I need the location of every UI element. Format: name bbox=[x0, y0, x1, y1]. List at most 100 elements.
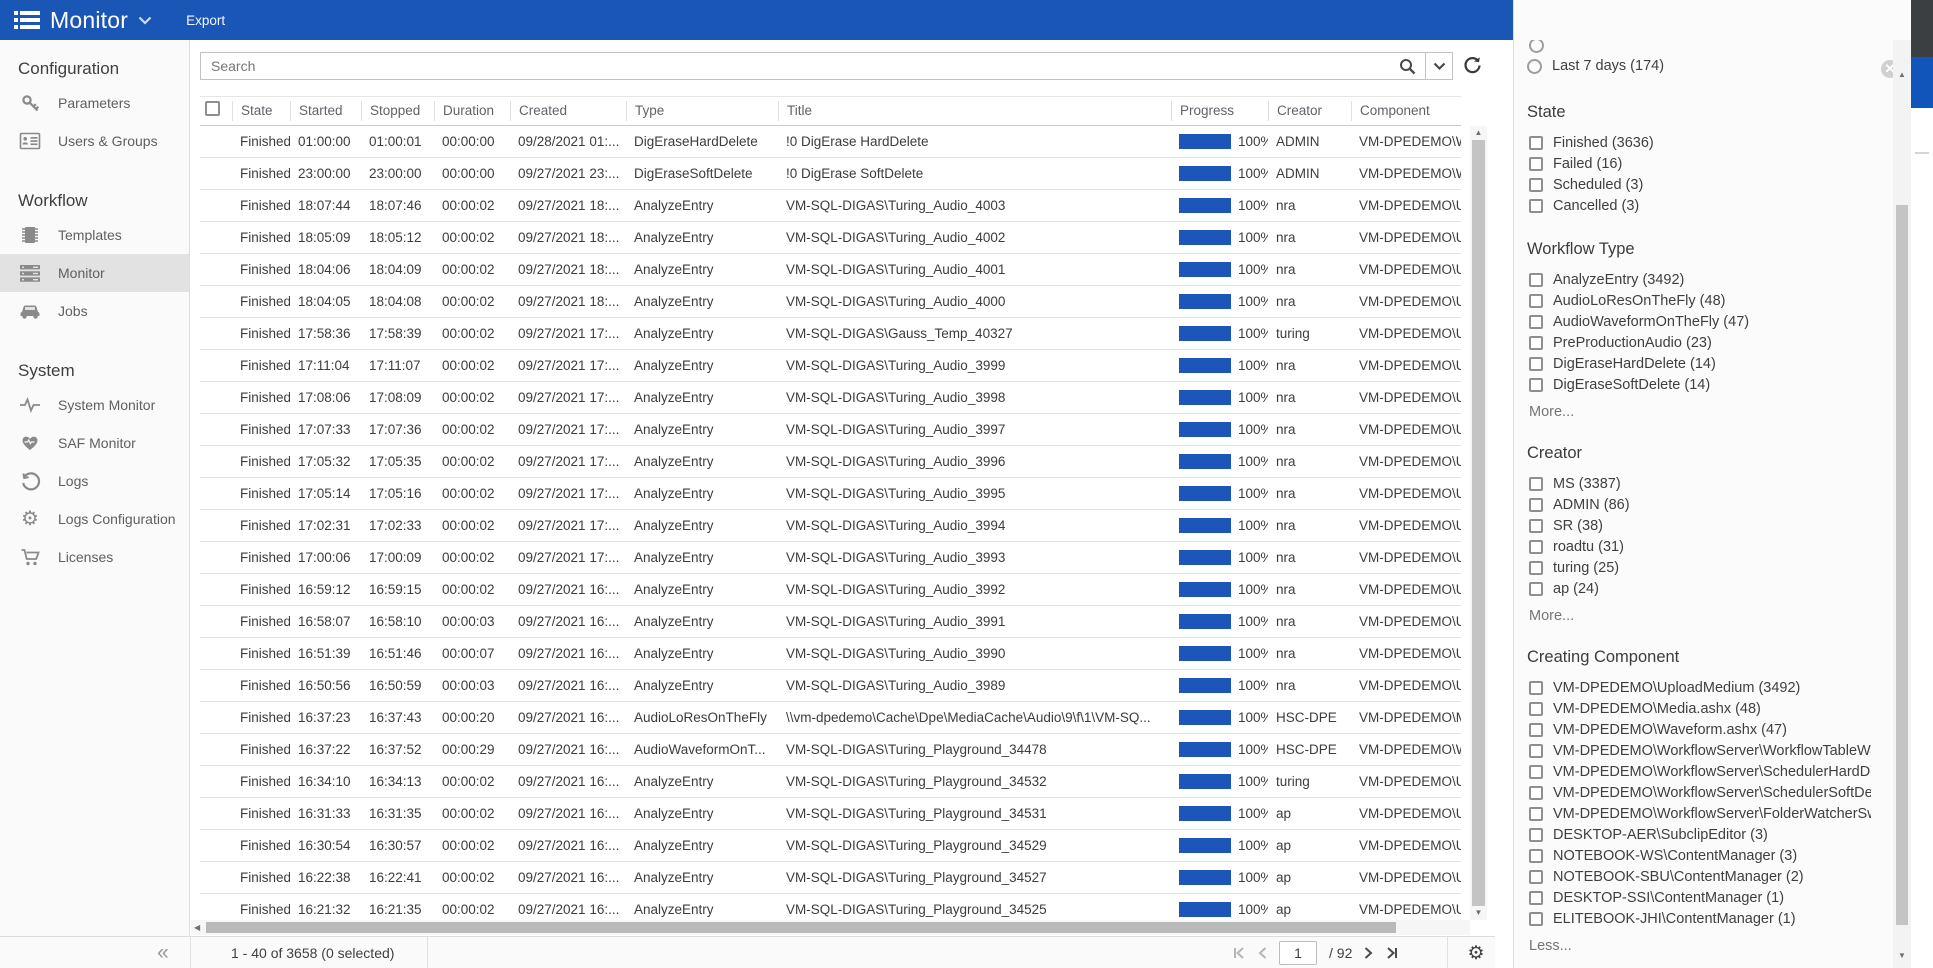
filter-checkbox-item[interactable]: NOTEBOOK-SBU\ContentManager (2) bbox=[1527, 866, 1881, 887]
search-input[interactable] bbox=[201, 58, 1389, 74]
filter-checkbox-item[interactable]: ADMIN (86) bbox=[1527, 494, 1881, 515]
checkbox-icon[interactable] bbox=[1529, 199, 1543, 213]
filter-checkbox-item[interactable]: VM-DPEDEMO\Media.ashx (48) bbox=[1527, 698, 1881, 719]
column-header-started[interactable]: Started bbox=[290, 101, 361, 121]
column-header-creator[interactable]: Creator bbox=[1268, 101, 1351, 121]
search-options-chevron-icon[interactable] bbox=[1426, 53, 1452, 79]
last-page-icon[interactable] bbox=[1385, 947, 1399, 959]
checkbox-icon[interactable] bbox=[1529, 786, 1543, 800]
filter-checkbox-item[interactable]: ELITEBOOK-JHI\ContentManager (1) bbox=[1527, 908, 1881, 929]
filter-checkbox-item[interactable]: VM-DPEDEMO\WorkflowServer\SchedulerHardD… bbox=[1527, 761, 1881, 782]
table-row[interactable]: Finished 18:05:09 18:05:12 00:00:02 09/2… bbox=[200, 222, 1461, 254]
refresh-icon[interactable] bbox=[1463, 56, 1482, 80]
table-row[interactable]: Finished 16:34:10 16:34:13 00:00:02 09/2… bbox=[200, 766, 1461, 798]
checkbox-icon[interactable] bbox=[1529, 498, 1543, 512]
less-link[interactable]: Less... bbox=[1529, 938, 1881, 954]
filter-checkbox-item[interactable]: Scheduled (3) bbox=[1527, 174, 1881, 195]
checkbox-icon[interactable] bbox=[1529, 807, 1543, 821]
checkbox-icon[interactable] bbox=[1529, 357, 1543, 371]
sidebar-item-system-monitor[interactable]: System Monitor bbox=[0, 386, 189, 424]
sidebar-item-logs[interactable]: Logs bbox=[0, 462, 189, 500]
select-all-checkbox[interactable] bbox=[205, 101, 220, 116]
filter-checkbox-item[interactable]: VM-DPEDEMO\UploadMedium (3492) bbox=[1527, 677, 1881, 698]
table-row[interactable]: Finished 17:08:06 17:08:09 00:00:02 09/2… bbox=[200, 382, 1461, 414]
table-row[interactable]: Finished 16:50:56 16:50:59 00:00:03 09/2… bbox=[200, 670, 1461, 702]
filter-checkbox-item[interactable]: DigEraseHardDelete (14) bbox=[1527, 353, 1881, 374]
table-row[interactable]: Finished 18:04:06 18:04:09 00:00:02 09/2… bbox=[200, 254, 1461, 286]
checkbox-icon[interactable] bbox=[1529, 136, 1543, 150]
previous-page-icon[interactable] bbox=[1258, 947, 1267, 959]
table-row[interactable]: Finished 17:02:31 17:02:33 00:00:02 09/2… bbox=[200, 510, 1461, 542]
filter-date-last-7-days[interactable]: Last 7 days (174) bbox=[1527, 53, 1881, 79]
export-menu[interactable]: Export bbox=[186, 13, 225, 28]
column-header-progress[interactable]: Progress bbox=[1171, 101, 1268, 121]
table-row[interactable]: Finished 01:00:00 01:00:01 00:00:00 09/2… bbox=[200, 126, 1461, 158]
checkbox-icon[interactable] bbox=[1529, 723, 1543, 737]
scroll-down-icon[interactable]: ▼ bbox=[1893, 951, 1911, 960]
radio-icon[interactable] bbox=[1527, 59, 1542, 74]
filter-checkbox-item[interactable]: AnalyzeEntry (3492) bbox=[1527, 269, 1881, 290]
checkbox-icon[interactable] bbox=[1529, 273, 1543, 287]
sidebar-item-logs-configuration[interactable]: ⚙ Logs Configuration bbox=[0, 500, 189, 538]
column-header-title[interactable]: Title bbox=[778, 101, 1171, 121]
filter-checkbox-item[interactable]: NOTEBOOK-WS\ContentManager (3) bbox=[1527, 845, 1881, 866]
sidebar-item-templates[interactable]: Templates bbox=[0, 216, 189, 254]
checkbox-icon[interactable] bbox=[1529, 378, 1543, 392]
search-icon[interactable] bbox=[1389, 53, 1425, 79]
filter-checkbox-item[interactable]: VM-DPEDEMO\WorkflowServer\SchedulerSoftD… bbox=[1527, 782, 1881, 803]
checkbox-icon[interactable] bbox=[1529, 336, 1543, 350]
filter-checkbox-item[interactable]: Cancelled (3) bbox=[1527, 195, 1881, 216]
checkbox-icon[interactable] bbox=[1529, 765, 1543, 779]
checkbox-icon[interactable] bbox=[1529, 315, 1543, 329]
sidebar-item-parameters[interactable]: Parameters bbox=[0, 84, 189, 122]
filter-checkbox-item[interactable]: Failed (16) bbox=[1527, 153, 1881, 174]
filter-checkbox-item[interactable]: ap (24) bbox=[1527, 578, 1881, 599]
table-row[interactable]: Finished 16:30:54 16:30:57 00:00:02 09/2… bbox=[200, 830, 1461, 862]
sidebar-item-saf-monitor[interactable]: SAF Monitor bbox=[0, 424, 189, 462]
checkbox-icon[interactable] bbox=[1529, 702, 1543, 716]
filter-checkbox-item[interactable]: VM-DPEDEMO\WorkflowServer\FolderWatcherS… bbox=[1527, 803, 1881, 824]
table-row[interactable]: Finished 17:07:33 17:07:36 00:00:02 09/2… bbox=[200, 414, 1461, 446]
sidebar-item-monitor[interactable]: Monitor bbox=[0, 254, 189, 292]
filter-checkbox-item[interactable]: DigEraseSoftDelete (14) bbox=[1527, 374, 1881, 395]
checkbox-icon[interactable] bbox=[1529, 178, 1543, 192]
column-header-component[interactable]: Component bbox=[1351, 101, 1461, 121]
filter-checkbox-item[interactable]: roadtu (31) bbox=[1527, 536, 1881, 557]
column-header-duration[interactable]: Duration bbox=[434, 101, 510, 121]
table-row[interactable]: Finished 17:05:14 17:05:16 00:00:02 09/2… bbox=[200, 478, 1461, 510]
table-row[interactable]: Finished 17:58:36 17:58:39 00:00:02 09/2… bbox=[200, 318, 1461, 350]
checkbox-icon[interactable] bbox=[1529, 912, 1543, 926]
app-switcher-chevron-icon[interactable] bbox=[138, 16, 152, 25]
filter-checkbox-item[interactable]: SR (38) bbox=[1527, 515, 1881, 536]
table-row[interactable]: Finished 23:00:00 23:00:00 00:00:00 09/2… bbox=[200, 158, 1461, 190]
more-link[interactable]: More... bbox=[1529, 608, 1881, 624]
table-horizontal-scrollbar[interactable]: ◀ bbox=[191, 920, 1470, 935]
checkbox-icon[interactable] bbox=[1529, 294, 1543, 308]
table-row[interactable]: Finished 16:31:33 16:31:35 00:00:02 09/2… bbox=[200, 798, 1461, 830]
scroll-up-icon[interactable]: ▲ bbox=[1470, 127, 1487, 139]
filter-checkbox-item[interactable]: DESKTOP-AER\SubclipEditor (3) bbox=[1527, 824, 1881, 845]
table-row[interactable]: Finished 16:37:22 16:37:52 00:00:29 09/2… bbox=[200, 734, 1461, 766]
filter-checkbox-item[interactable]: AudioWaveformOnTheFly (47) bbox=[1527, 311, 1881, 332]
sidebar-item-users-groups[interactable]: Users & Groups bbox=[0, 122, 189, 160]
column-header-stopped[interactable]: Stopped bbox=[361, 101, 434, 121]
table-row[interactable]: Finished 16:51:39 16:51:46 00:00:07 09/2… bbox=[200, 638, 1461, 670]
scroll-down-icon[interactable]: ▼ bbox=[1470, 907, 1487, 919]
checkbox-icon[interactable] bbox=[1529, 828, 1543, 842]
filter-checkbox-item[interactable]: DESKTOP-SSI\ContentManager (1) bbox=[1527, 887, 1881, 908]
checkbox-icon[interactable] bbox=[1529, 157, 1543, 171]
table-row[interactable]: Finished 16:37:23 16:37:43 00:00:20 09/2… bbox=[200, 702, 1461, 734]
table-settings-gear-icon[interactable]: ⚙ bbox=[1458, 937, 1494, 968]
sidebar-item-licenses[interactable]: Licenses bbox=[0, 538, 189, 576]
checkbox-icon[interactable] bbox=[1529, 540, 1543, 554]
filter-checkbox-item[interactable]: VM-DPEDEMO\Waveform.ashx (47) bbox=[1527, 719, 1881, 740]
window-scrollbar[interactable] bbox=[1911, 0, 1933, 968]
checkbox-icon[interactable] bbox=[1529, 477, 1543, 491]
table-row[interactable]: Finished 18:07:44 18:07:46 00:00:02 09/2… bbox=[200, 190, 1461, 222]
checkbox-icon[interactable] bbox=[1529, 582, 1543, 596]
filter-checkbox-item[interactable]: PreProductionAudio (23) bbox=[1527, 332, 1881, 353]
checkbox-icon[interactable] bbox=[1529, 849, 1543, 863]
table-row[interactable]: Finished 16:22:38 16:22:41 00:00:02 09/2… bbox=[200, 862, 1461, 894]
filter-checkbox-item[interactable]: VM-DPEDEMO\WorkflowServer\WorkflowTableW… bbox=[1527, 740, 1881, 761]
table-row[interactable]: Finished 17:05:32 17:05:35 00:00:02 09/2… bbox=[200, 446, 1461, 478]
